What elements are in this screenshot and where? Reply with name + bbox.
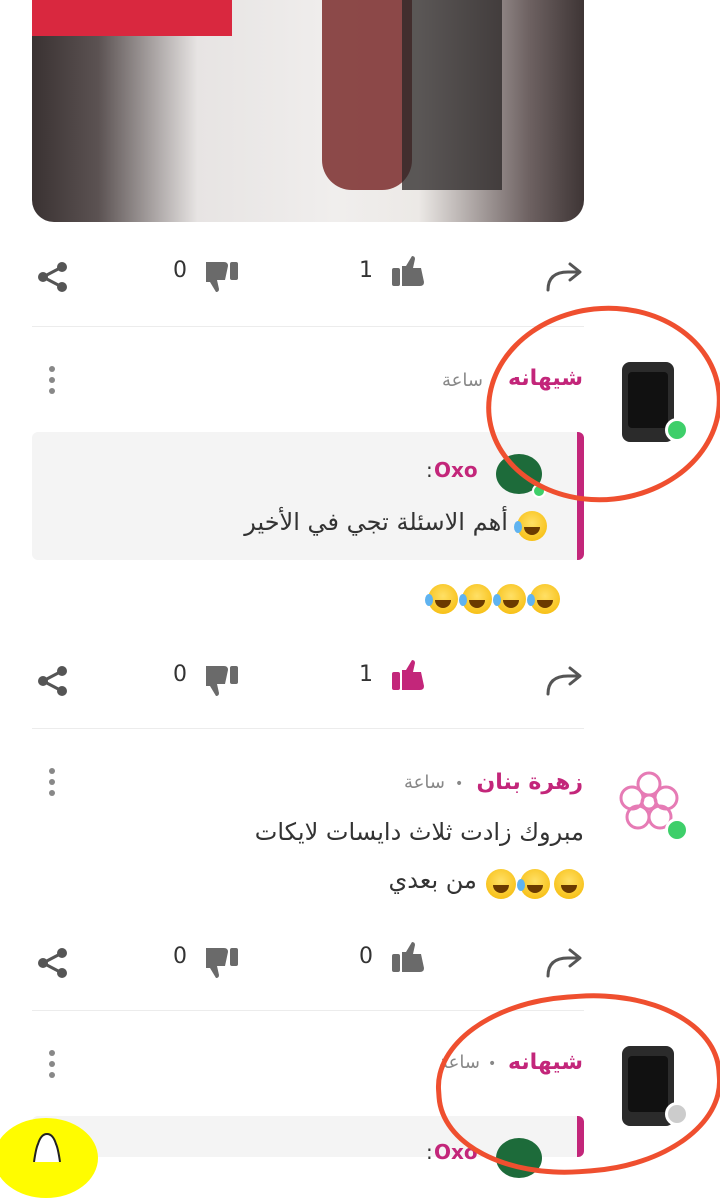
laughing-emoji-icon [527,584,560,614]
laughing-emoji-icon [425,584,458,614]
online-status-dot [665,818,689,842]
rofl-emoji-icon [517,868,550,899]
quote-text: أهم الاسئلة تجي في الأخير [244,508,508,536]
divider [32,326,584,327]
dislike-icon[interactable] [204,660,242,698]
grin-sweat-emoji-icon [554,868,584,899]
more-options-icon[interactable] [47,766,57,798]
more-options-icon[interactable] [47,1048,57,1080]
separator-dot: • [455,776,464,792]
quote-author: Oxo [434,458,478,482]
ghost-icon [33,1132,61,1162]
comment-actions: 0 0 [32,934,584,984]
share-icon[interactable] [36,664,70,698]
divider [32,728,584,729]
comment-author[interactable]: زهرة بنان [476,770,583,795]
grin-sweat-emoji-icon [486,868,516,899]
dislike-icon[interactable] [204,256,242,294]
comment-text-line2: من بعدي [388,866,584,899]
share-icon[interactable] [36,260,70,294]
reply-icon[interactable] [544,258,584,294]
reply-icon[interactable] [544,944,584,980]
like-count: 1 [359,258,373,283]
laughing-emoji-icon [514,510,547,541]
like-icon-active[interactable] [390,658,428,696]
share-icon[interactable] [36,946,70,980]
snapchat-floating-button[interactable] [0,1118,98,1198]
post-media-image[interactable] [32,0,584,222]
like-count: 1 [359,662,373,687]
reply-icon[interactable] [544,662,584,698]
quote-body: أهم الاسئلة تجي في الأخير [244,508,547,541]
like-count: 0 [359,944,373,969]
laughing-emoji-icon [459,584,492,614]
laughing-emoji-icon [493,584,526,614]
like-icon[interactable] [390,940,428,978]
post-actions: 0 1 [32,248,584,298]
comment-actions: 0 1 [32,652,584,702]
quote-colon: : [426,458,433,482]
more-options-icon[interactable] [47,364,57,396]
dislike-count: 0 [173,258,187,283]
like-icon[interactable] [390,254,428,292]
dislike-count: 0 [173,662,187,687]
comment-text: من بعدي [388,866,477,894]
dislike-count: 0 [173,944,187,969]
comment-text-line1: مبروك زادت ثلاث دايسات لايكات [254,818,584,846]
comment-time: ساعة [442,370,483,391]
comment-text [424,584,560,614]
comment-time: ساعة [404,772,445,793]
quote-colon: : [426,1140,433,1164]
dislike-icon[interactable] [204,942,242,980]
